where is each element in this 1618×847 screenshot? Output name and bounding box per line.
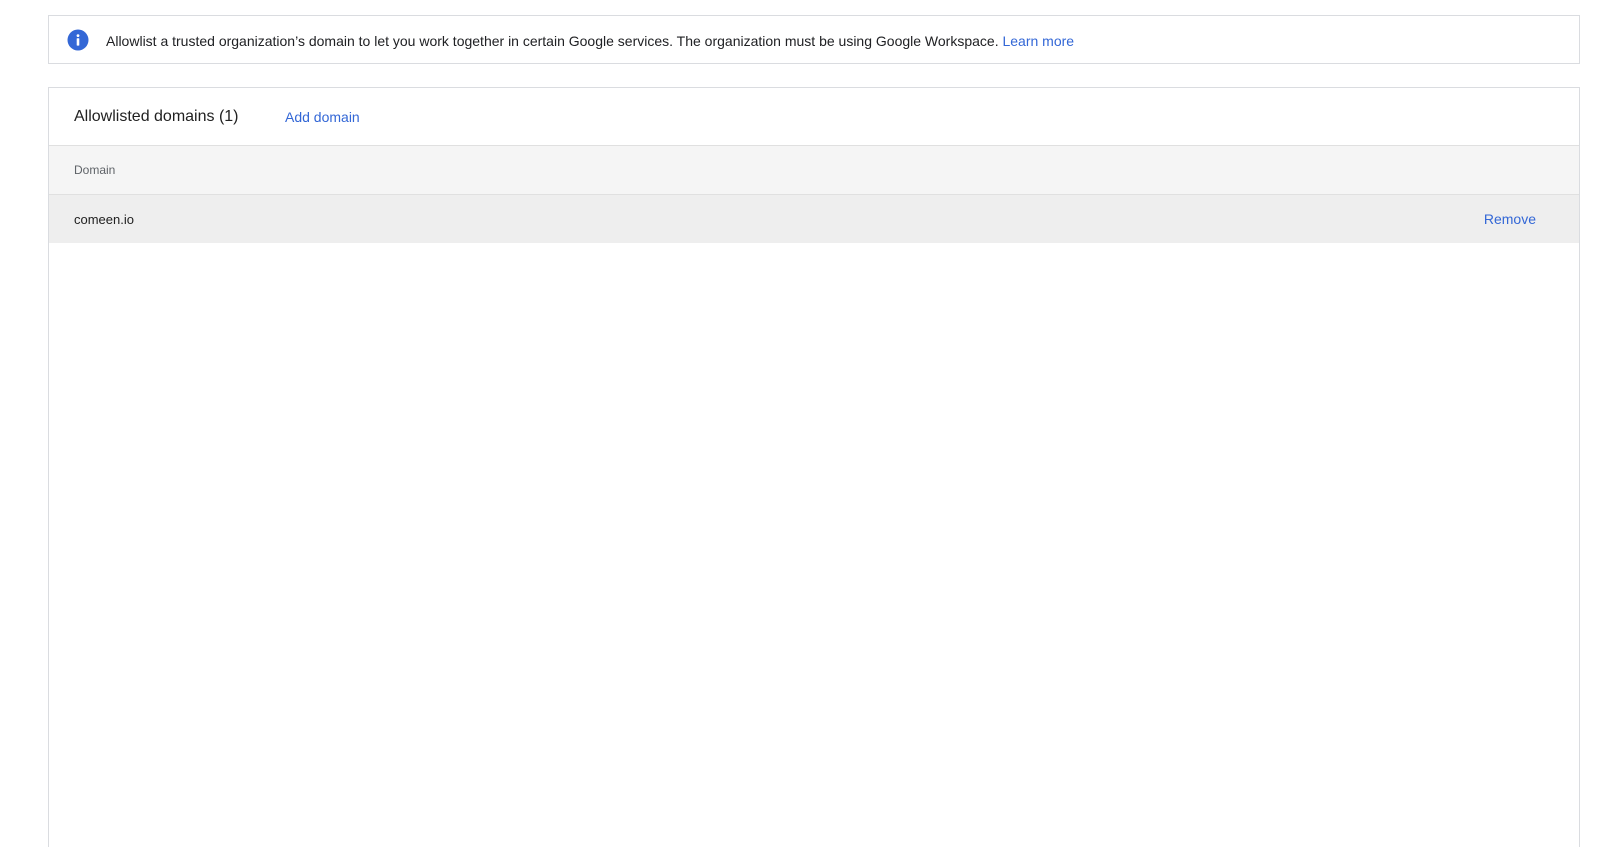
card-header: Allowlisted domains (1) Add domain	[49, 88, 1579, 146]
column-header-domain: Domain	[74, 163, 116, 177]
info-banner-text: Allowlist a trusted organization’s domai…	[106, 32, 1074, 50]
add-domain-button[interactable]: Add domain	[285, 108, 360, 126]
allowlisted-domains-card: Allowlisted domains (1) Add domain Domai…	[48, 87, 1580, 847]
table-header: Domain	[49, 146, 1579, 195]
table-row: comeen.io Remove	[49, 195, 1579, 243]
card-title: Allowlisted domains (1)	[74, 108, 239, 125]
remove-button[interactable]: Remove	[1484, 211, 1536, 227]
info-icon	[67, 29, 89, 51]
learn-more-link[interactable]: Learn more	[1002, 33, 1074, 49]
info-banner-message: Allowlist a trusted organization’s domai…	[106, 33, 999, 49]
info-banner: Allowlist a trusted organization’s domai…	[48, 15, 1580, 64]
domain-cell: comeen.io	[74, 212, 134, 227]
